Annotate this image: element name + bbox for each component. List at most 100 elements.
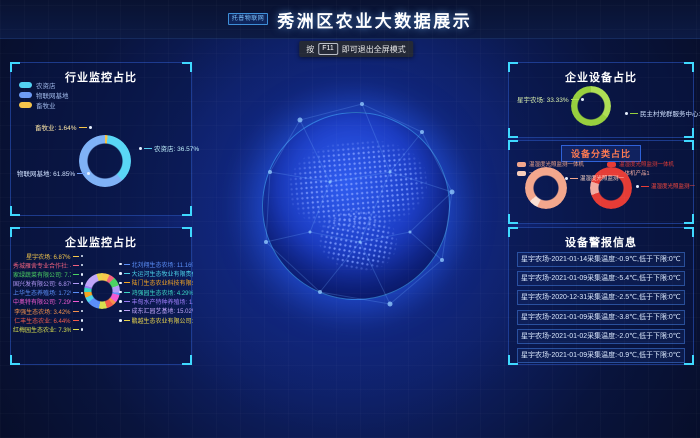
device-class-donut-left[interactable] — [525, 167, 567, 209]
pointer-line — [124, 264, 130, 265]
pointer-line — [124, 292, 130, 293]
chart-label: 秀城雁舍专业合作社: 4.72% — [13, 262, 83, 268]
corner-accent — [10, 355, 20, 365]
pointer-line — [124, 310, 130, 311]
globe — [262, 112, 450, 300]
chart-label-livestock: 畜牧业: 1.64% — [35, 122, 92, 132]
legend-item[interactable]: 物联网基地 — [19, 91, 69, 98]
corner-accent — [10, 206, 20, 216]
label-text: 红梅园生态农业: 7.3% — [13, 325, 71, 334]
legend-swatch — [517, 162, 526, 167]
label-text: 陆门生态农业科技有限公 — [132, 278, 194, 287]
corner-accent — [508, 214, 518, 224]
pointer-line — [73, 292, 79, 293]
brand-logo: 托普物联网 — [228, 13, 269, 25]
fullscreen-tooltip: 按 F11 即可退出全屏模式 — [299, 41, 413, 57]
label-text: 物联网基地: 61.85% — [17, 168, 75, 178]
legend-item[interactable]: 畜牧业 — [19, 101, 69, 108]
page-title: 秀洲区农业大数据展示 — [277, 7, 472, 32]
chart-label: 家绿蔬菜有限公司: 7.72% — [13, 271, 83, 277]
pointer-dot — [119, 272, 122, 275]
pointer-dot — [81, 273, 84, 276]
legend-swatch — [19, 92, 32, 98]
legend-item[interactable]: 温湿度光照监测一体机 — [607, 161, 674, 167]
label-text: 鸿强园生态农场: 4.29% — [132, 288, 194, 297]
pointer-dot — [636, 185, 639, 188]
pointer-dot — [581, 98, 584, 101]
pointer-line — [571, 99, 579, 100]
pointer-line — [79, 127, 87, 128]
pointer-line — [144, 148, 152, 149]
label-text: 温湿度光照监测一 — [651, 182, 695, 190]
pointer-dot — [87, 172, 90, 175]
pointer-line — [641, 186, 649, 187]
label-text: 北刘翔生态农场: 11.16% — [132, 260, 194, 269]
label-text: 李强生态农场: 3.42% — [14, 307, 70, 316]
pointer-dot — [81, 328, 84, 331]
corner-accent — [684, 140, 694, 150]
label-text: 成东汇园艺基地: 15.02% — [132, 306, 194, 315]
label-text: 民主村党群服务中心: — [640, 108, 700, 118]
label-text: 农资店: 36.57% — [154, 143, 199, 153]
label-text: 鹏越生态农业有限公司: 6.87% — [132, 316, 194, 325]
pointer-line — [73, 274, 79, 275]
corner-accent — [182, 355, 192, 365]
chart-label: 丰甸水产特种养殖场: 1. — [119, 299, 193, 305]
label-text: 国兴发有限公司: 6.87% — [13, 279, 71, 288]
label-text: 星宇农场: 33.33% — [517, 94, 569, 104]
pointer-line — [630, 113, 638, 114]
pointer-dot — [81, 310, 84, 313]
chart-label: 星宇农场: 6.87% — [13, 253, 83, 259]
pointer-dot — [565, 177, 568, 180]
pointer-line — [73, 320, 79, 321]
label-text: 大运河生态牧业有限责任公 — [132, 269, 194, 278]
label-text: 丰甸水产特种养殖场: 1. — [132, 297, 194, 306]
corner-accent — [684, 355, 694, 365]
legend-item[interactable]: 农资店 — [19, 81, 69, 88]
chart-label: 成东汇园艺基地: 15.02% — [119, 308, 193, 314]
enterprise-donut-chart[interactable] — [84, 273, 120, 309]
pointer-dot — [81, 301, 84, 304]
equipment-donut-chart[interactable] — [571, 86, 611, 126]
pointer-dot — [81, 292, 84, 295]
pointer-dot — [119, 263, 122, 266]
label-text: 上华生态养殖场: 1.72% — [13, 288, 71, 297]
chart-label: 中奥特有限公司: 7.29% — [13, 299, 83, 305]
pointer-line — [73, 265, 79, 266]
alarm-row: 星宇农场-2021-01-02采集温度:-2.0℃,低于下限:0℃ — [517, 329, 685, 344]
enterprise-labels-right: 北刘翔生态农场: 11.16% 大运河生态牧业有限责任公 陆门生态农业科技有限公… — [119, 261, 193, 323]
panel-industry-ratio: 行业监控占比 农资店 物联网基地 畜牧业 畜牧业: 1.64% 农资店: 36.… — [10, 62, 192, 216]
chart-label-store: 农资店: 36.57% — [139, 143, 199, 153]
header-bar: 托普物联网 秀洲区农业大数据展示 — [0, 0, 700, 39]
dashboard: 托普物联网 秀洲区农业大数据展示 按 F11 即可退出全屏模式 行业监控占比 农… — [0, 0, 700, 438]
legend-label: 温湿度光照监测一体机 — [529, 160, 584, 168]
alarm-row: 星宇农场-2021-01-14采集温度:-0.9℃,低于下限:0℃ — [517, 252, 685, 267]
legend-label: 畜牧业 — [36, 100, 56, 110]
pointer-dot — [119, 319, 122, 322]
industry-legend: 农资店 物联网基地 畜牧业 — [19, 81, 69, 108]
pointer-dot — [625, 112, 628, 115]
f11-keycap: F11 — [318, 43, 338, 55]
pointer-dot — [119, 291, 122, 294]
label-text: 家绿蔬菜有限公司: 7.72% — [13, 270, 71, 279]
pointer-line — [73, 301, 79, 302]
alarm-row: 星宇农场-2021-01-09采集温度:-5.4℃,低于下限:0℃ — [517, 271, 685, 286]
enterprise-labels-left: 星宇农场: 6.87% 秀城雁舍专业合作社: 4.72% 家绿蔬菜有限公司: 7… — [13, 253, 83, 333]
pointer-line — [570, 178, 578, 179]
panel-enterprise-ratio: 企业监控占比 星宇农场: 6.87% 秀城雁舍专业合作社: 4.72% 家绿蔬菜… — [10, 227, 192, 365]
panel-title: 企业设备占比 — [509, 69, 693, 85]
legend-item[interactable]: 温湿度光照监测一体机 — [517, 161, 584, 167]
industry-donut-chart[interactable] — [79, 135, 131, 187]
pointer-dot — [119, 310, 122, 313]
pointer-dot — [89, 126, 92, 129]
label-text: 秀城雁舍专业合作社: 4.72% — [13, 261, 71, 270]
corner-accent — [684, 128, 694, 138]
panel-title: 企业监控占比 — [11, 234, 191, 250]
chart-label: 鸿强园生态农场: 4.29% — [119, 289, 193, 295]
tooltip-suffix: 即可退出全屏模式 — [342, 44, 406, 55]
tooltip-prefix: 按 — [306, 44, 314, 55]
label-text: 温湿度光照监测一 — [580, 174, 624, 182]
corner-accent — [508, 140, 518, 150]
legend-label: 农资店 — [36, 80, 56, 90]
alarm-row: 星宇农场-2021-01-09采集温度:-0.9℃,低于下限:0℃ — [517, 348, 685, 363]
